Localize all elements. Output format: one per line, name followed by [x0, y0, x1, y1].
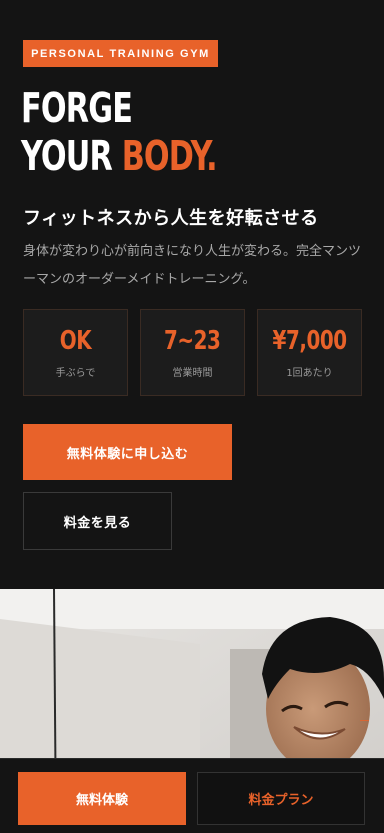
- stat-card-price: ¥7,000 1回あたり: [257, 309, 362, 396]
- bottom-free-trial-button[interactable]: 無料体験: [18, 772, 186, 825]
- stat-card-equipment: OK 手ぶらで: [23, 309, 128, 396]
- view-pricing-button[interactable]: 料金を見る: [23, 492, 172, 550]
- headline-line-1: FORGE: [21, 84, 133, 132]
- stat-label: 営業時間: [172, 368, 213, 379]
- stat-value: ¥7,000: [272, 326, 347, 356]
- headline-line-2: YOUR BODY.: [21, 132, 218, 180]
- hero-description: 身体が変わり心が前向きになり人生が変わる。完全マンツーマンのオーダーメイドトレー…: [23, 244, 362, 287]
- stat-value: 7~23: [164, 326, 221, 356]
- hero-subhead: フィットネスから人生を好転させる: [23, 208, 319, 229]
- bottom-pricing-button[interactable]: 料金プラン: [197, 772, 365, 825]
- svg-text:|: |: [359, 719, 369, 723]
- headline-white: YOUR: [21, 132, 122, 180]
- gym-type-badge: PERSONAL TRAINING GYM: [23, 40, 218, 67]
- stat-value: OK: [59, 326, 92, 356]
- hero-headline: FORGE YOUR BODY.: [21, 84, 218, 180]
- stat-label: 手ぶらで: [55, 368, 96, 379]
- headline-accent: BODY.: [121, 132, 218, 180]
- bottom-cta-bar: 無料体験 料金プラン: [0, 758, 384, 833]
- stat-label: 1回あたり: [286, 368, 333, 379]
- free-trial-apply-button[interactable]: 無料体験に申し込む: [23, 424, 232, 480]
- stat-card-hours: 7~23 営業時間: [140, 309, 245, 396]
